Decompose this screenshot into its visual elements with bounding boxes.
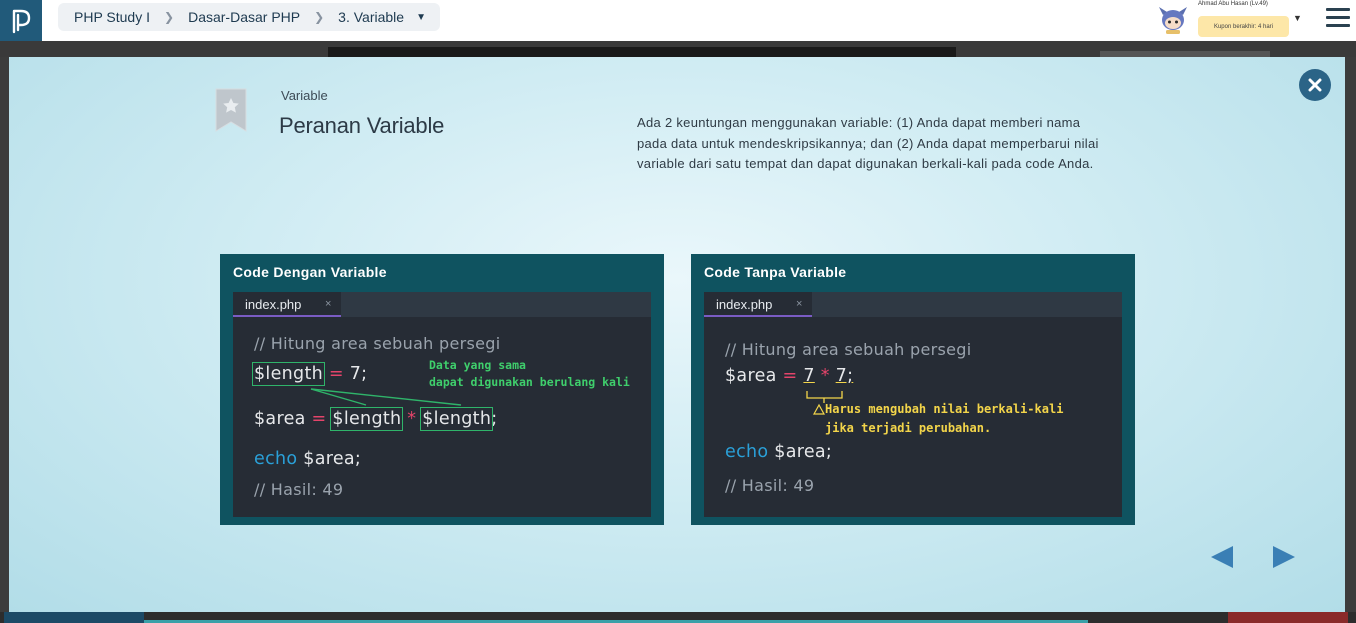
bookmark-star-icon [215,88,247,132]
previous-arrow-icon[interactable] [1209,544,1235,570]
annotation-line: Harus mengubah nilai berkali-kali [825,402,1064,416]
background-footer [0,612,1356,623]
panel-title: Code Tanpa Variable [704,264,847,280]
var-length-highlight: $length [330,407,404,431]
close-icon [1308,78,1322,92]
yellow-annotation: Harus mengubah nilai berkali-kali jika t… [825,400,1063,438]
caret-down-icon[interactable]: ▼ [416,12,426,23]
assign-operator: = [311,409,327,429]
code-line-echo: echo $area; [725,442,832,462]
multiply-operator: * [407,409,417,429]
code-result-comment: // Hasil: 49 [254,480,344,499]
logo-icon [12,9,31,33]
code-line-area: $area = $length * $length; [254,407,498,431]
echo-expression: $area; [303,449,362,469]
slide-description: Ada 2 keuntungan menggunakan variable: (… [637,115,1099,171]
next-arrow-icon[interactable] [1271,544,1297,570]
semicolon: ; [491,409,498,429]
var-length-highlight: $length [420,407,494,431]
top-bar: PHP Study I ❯ Dasar-Dasar PHP ❯ 3. Varia… [0,0,1356,41]
echo-keyword: echo [254,449,298,469]
slide-title: Peranan Variable [279,113,445,138]
chevron-right-icon: ❯ [314,10,325,24]
code-line-echo: echo $area; [254,449,361,469]
echo-expression: $area; [774,442,833,462]
background-strip [0,41,1356,57]
breadcrumb-lesson[interactable]: 3. Variable [338,9,404,25]
user-name: Ahmad Abu Hasan (Lv.49) [1198,1,1268,7]
annotation-line: jika terjadi perubahan. [825,421,992,435]
code-editor: index.php × // Hitung area sebuah perseg… [704,292,1122,517]
code-result-comment: // Hasil: 49 [725,476,815,495]
breadcrumb: PHP Study I ❯ Dasar-Dasar PHP ❯ 3. Varia… [58,3,440,31]
code-panel-with-variable: Code Dengan Variable index.php × // Hitu… [220,254,664,525]
caret-down-icon[interactable]: ▼ [1293,13,1302,23]
close-button[interactable] [1299,69,1331,101]
chevron-right-icon: ❯ [164,10,175,24]
hamburger-menu-icon[interactable] [1326,8,1350,30]
code-editor: index.php × // Hitung area sebuah perseg… [233,292,651,517]
panel-title: Code Dengan Variable [233,264,387,280]
coupon-badge: Kupon berakhir: 4 hari [1198,16,1289,37]
code-panel-without-variable: Code Tanpa Variable index.php × // Hitun… [691,254,1135,525]
echo-keyword: echo [725,442,769,462]
slide-modal: Variable Peranan Variable Ada 2 keuntung… [9,57,1345,612]
user-menu[interactable]: Ahmad Abu Hasan (Lv.49) Kupon berakhir: … [1154,0,1304,41]
logo[interactable] [0,0,42,41]
var-area: $area [254,409,306,429]
slide-eyebrow: Variable [281,88,328,103]
breadcrumb-chapter[interactable]: Dasar-Dasar PHP [188,9,300,25]
avatar [1159,7,1187,34]
breadcrumb-course[interactable]: PHP Study I [74,9,150,25]
